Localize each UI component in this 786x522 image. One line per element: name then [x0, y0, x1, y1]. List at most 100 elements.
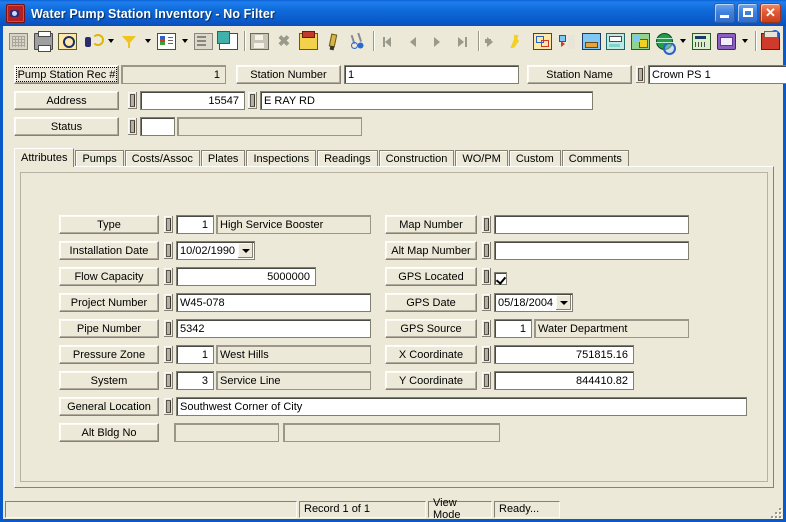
map-button[interactable]	[530, 29, 554, 53]
gps-located-label[interactable]: GPS Located	[385, 267, 477, 286]
general-location-lookup-icon[interactable]	[163, 397, 174, 416]
gps-source-lookup-icon[interactable]	[481, 319, 492, 338]
filter-button[interactable]	[117, 29, 142, 53]
quick-action-button[interactable]	[506, 29, 530, 53]
project-number-input[interactable]: W45-078	[176, 293, 371, 312]
report-button[interactable]	[154, 29, 179, 53]
gis-dropdown-arrow[interactable]	[677, 30, 689, 53]
filter-dropdown-arrow[interactable]	[142, 30, 154, 53]
general-location-input[interactable]: Southwest Corner of City	[176, 397, 747, 416]
type-code-input[interactable]: 1	[176, 215, 214, 234]
tab-inspections[interactable]: Inspections	[246, 150, 317, 167]
station-name-input[interactable]: Crown PS 1	[648, 65, 786, 84]
cut-button[interactable]	[345, 29, 370, 53]
type-label[interactable]: Type	[59, 215, 159, 234]
fax-button[interactable]	[603, 29, 628, 53]
tab-custom[interactable]: Custom	[508, 150, 561, 167]
flow-capacity-label[interactable]: Flow Capacity	[59, 267, 159, 286]
edit-button[interactable]	[321, 29, 345, 53]
gps-located-checkbox[interactable]	[494, 271, 507, 285]
report-dropdown-arrow[interactable]	[179, 30, 191, 53]
installation-date-datepicker[interactable]: 10/02/1990	[176, 241, 255, 260]
print-preview-button[interactable]	[55, 29, 80, 53]
station-name-lookup-icon[interactable]	[635, 65, 646, 84]
image-button[interactable]	[628, 29, 652, 53]
map-number-input[interactable]	[494, 215, 689, 234]
gps-date-lookup-icon[interactable]	[481, 293, 492, 312]
chevron-down-icon[interactable]	[556, 295, 571, 310]
tab-wo-pm[interactable]: WO/PM	[455, 150, 508, 167]
installation-date-lookup-icon[interactable]	[163, 241, 174, 260]
help-book-button[interactable]	[714, 29, 738, 53]
address-number-input[interactable]: 15547	[140, 91, 245, 110]
alt-map-number-input[interactable]	[494, 241, 689, 260]
find-button[interactable]	[80, 29, 104, 53]
map-number-lookup-icon[interactable]	[481, 215, 492, 234]
general-location-label[interactable]: General Location	[59, 397, 159, 416]
address-street-input[interactable]: E RAY RD	[260, 91, 593, 110]
pressure-zone-code-input[interactable]: 1	[176, 345, 214, 364]
x-coordinate-input[interactable]: 751815.16	[494, 345, 634, 364]
alt-map-number-lookup-icon[interactable]	[481, 241, 492, 260]
tab-construction[interactable]: Construction	[378, 150, 455, 167]
calculator-button[interactable]	[690, 29, 714, 53]
chevron-down-icon[interactable]	[238, 243, 253, 258]
x-coordinate-lookup-icon[interactable]	[481, 345, 492, 364]
y-coordinate-input[interactable]: 844410.82	[494, 371, 634, 390]
status-code-input[interactable]	[140, 117, 175, 136]
tab-comments[interactable]: Comments	[561, 150, 629, 167]
address-street-lookup-icon[interactable]	[247, 91, 258, 110]
tab-costs-assoc[interactable]: Costs/Assoc	[124, 150, 200, 167]
resize-grip-icon[interactable]	[767, 504, 781, 518]
tab-readings[interactable]: Readings	[317, 150, 378, 167]
pipe-number-label[interactable]: Pipe Number	[59, 319, 159, 338]
address-number-lookup-icon[interactable]	[127, 91, 138, 110]
gps-source-code-input[interactable]: 1	[494, 319, 532, 338]
map-number-label[interactable]: Map Number	[385, 215, 477, 234]
station-number-label[interactable]: Station Number	[236, 65, 341, 84]
station-number-input[interactable]: 1	[344, 65, 519, 84]
project-number-label[interactable]: Project Number	[59, 293, 159, 312]
pipe-number-lookup-icon[interactable]	[163, 319, 174, 338]
gps-date-label[interactable]: GPS Date	[385, 293, 477, 312]
y-coordinate-lookup-icon[interactable]	[481, 371, 492, 390]
post-button[interactable]	[296, 29, 321, 53]
exit-button[interactable]	[758, 29, 782, 53]
address-label[interactable]: Address	[14, 91, 119, 110]
type-lookup-icon[interactable]	[163, 215, 174, 234]
system-code-input[interactable]: 3	[176, 371, 214, 390]
flow-capacity-input[interactable]: 5000000	[176, 267, 316, 286]
x-coordinate-label[interactable]: X Coordinate	[385, 345, 477, 364]
tab-plates[interactable]: Plates	[200, 150, 246, 167]
maximize-button[interactable]	[737, 3, 758, 23]
project-number-lookup-icon[interactable]	[163, 293, 174, 312]
copy-record-button[interactable]	[216, 29, 240, 53]
gps-located-lookup-icon[interactable]	[481, 267, 492, 286]
flow-capacity-lookup-icon[interactable]	[163, 267, 174, 286]
gis-button[interactable]	[652, 29, 677, 55]
help-book-dropdown-arrow[interactable]	[739, 30, 751, 53]
pressure-zone-lookup-icon[interactable]	[163, 345, 174, 364]
system-label[interactable]: System	[59, 371, 159, 390]
close-button[interactable]: ✕	[760, 3, 781, 23]
alt-map-number-label[interactable]: Alt Map Number	[385, 241, 477, 260]
y-coordinate-label[interactable]: Y Coordinate	[385, 371, 477, 390]
installation-date-label[interactable]: Installation Date	[59, 241, 159, 260]
tab-attributes[interactable]: Attributes	[14, 148, 75, 167]
system-lookup-icon[interactable]	[163, 371, 174, 390]
gps-source-label[interactable]: GPS Source	[385, 319, 477, 338]
find-dropdown-arrow[interactable]	[105, 30, 117, 53]
alt-bldg-no-label[interactable]: Alt Bldg No	[59, 423, 159, 442]
pressure-zone-label[interactable]: Pressure Zone	[59, 345, 159, 364]
print-button[interactable]	[31, 29, 55, 53]
gps-date-datepicker[interactable]: 05/18/2004	[494, 293, 573, 312]
pipe-number-input[interactable]: 5342	[176, 319, 371, 338]
hierarchy-button[interactable]	[554, 29, 579, 53]
monitor-button[interactable]	[579, 29, 603, 53]
status-lookup-icon[interactable]	[127, 117, 138, 136]
minimize-button[interactable]	[714, 3, 735, 23]
status-label[interactable]: Status	[14, 117, 119, 136]
tab-pumps[interactable]: Pumps	[75, 150, 124, 167]
pump-station-rec-label[interactable]: Pump Station Rec #	[14, 65, 119, 84]
station-name-label[interactable]: Station Name	[527, 65, 632, 84]
